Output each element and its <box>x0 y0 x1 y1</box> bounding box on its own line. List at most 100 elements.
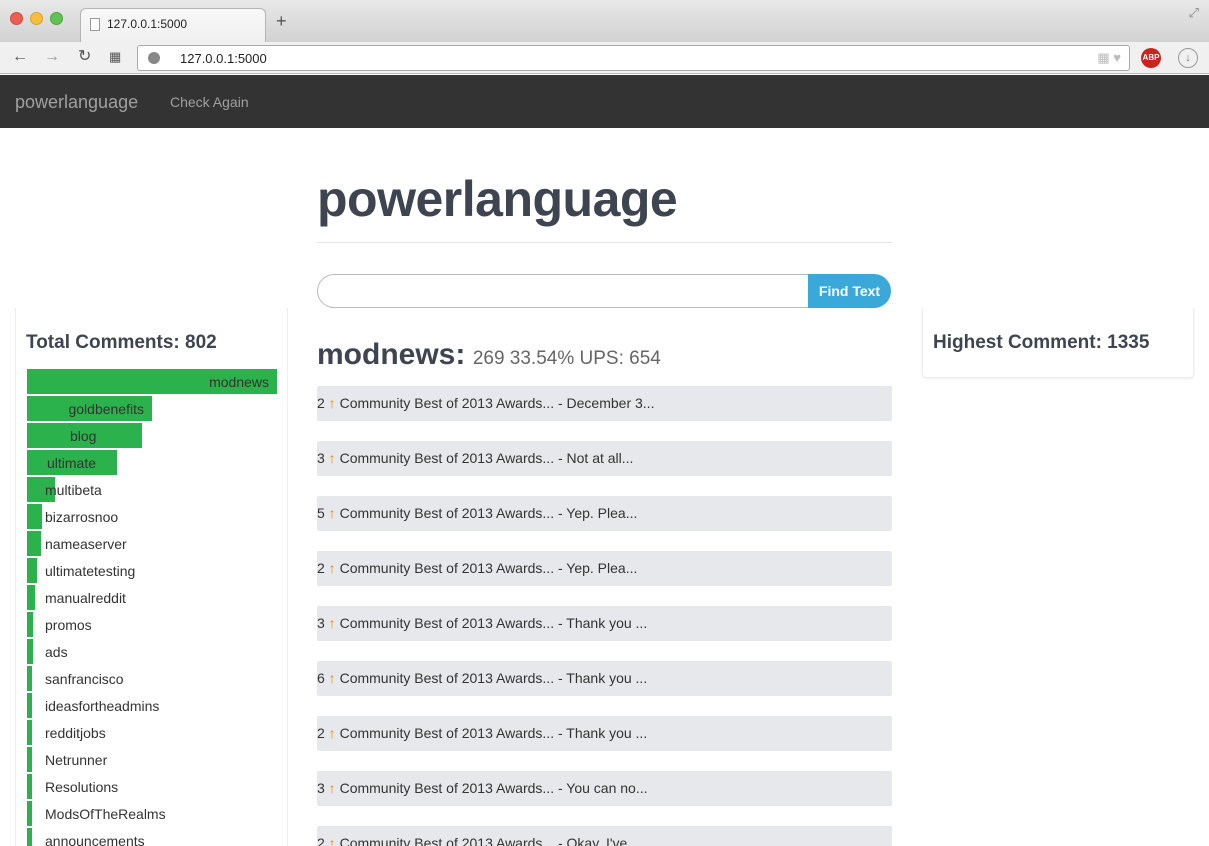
subreddit-bar <box>27 801 32 826</box>
subreddit-bar-row[interactable]: goldbenefits <box>27 396 277 423</box>
subreddit-bar-label: redditjobs <box>45 725 106 741</box>
subreddit-bar-row[interactable]: manualreddit <box>27 585 277 612</box>
comment-row[interactable]: 3 ↑ Community Best of 2013 Awards... - T… <box>317 606 892 641</box>
search-input[interactable] <box>317 274 809 308</box>
subreddit-bar-row[interactable]: sanfrancisco <box>27 666 277 693</box>
subreddit-bar <box>27 828 32 846</box>
subreddit-bar-label: ideasfortheadmins <box>45 698 160 714</box>
url-text[interactable]: 127.0.0.1:5000 <box>180 51 267 66</box>
subreddit-bar-label: goldbenefits <box>68 401 144 417</box>
app-navbar: powerlanguage Check Again <box>0 75 1209 128</box>
subreddit-bar-row[interactable]: ads <box>27 639 277 666</box>
subreddit-bar-label: ultimate <box>47 455 97 471</box>
comment-row[interactable]: 2 ↑ Community Best of 2013 Awards... - O… <box>317 826 892 846</box>
upvote-arrow-icon: ↑ <box>324 505 340 521</box>
comment-score: 3 <box>317 780 325 796</box>
subreddit-bar <box>27 720 32 745</box>
browser-toolbar: ← → ↻ ▦ 127.0.0.1:5000 ▦ ♥ <box>0 42 1209 74</box>
subreddit-bar-label: ads <box>45 644 68 660</box>
forward-icon[interactable]: → <box>44 47 60 67</box>
comment-row[interactable]: 5 ↑ Community Best of 2013 Awards... - Y… <box>317 496 892 531</box>
bookmark-heart-icon[interactable]: ▦ ♥ <box>1097 50 1121 66</box>
subreddit-bar-label: bizarrosnoo <box>45 509 119 525</box>
apps-icon[interactable]: ▦ <box>109 47 121 67</box>
subreddit-bar-row[interactable]: modnews <box>27 369 277 396</box>
highest-comment-title: Highest Comment: 1335 <box>933 332 1150 353</box>
subreddit-bar-row[interactable]: ultimate <box>27 450 277 477</box>
minimize-window-button[interactable] <box>30 12 43 25</box>
subreddit-bar-row[interactable]: multibeta <box>27 477 277 504</box>
upvote-arrow-icon: ↑ <box>324 670 340 686</box>
page-icon <box>90 18 100 31</box>
find-text-button[interactable]: Find Text <box>808 274 891 308</box>
subreddit-bar-row[interactable]: Netrunner <box>27 747 277 774</box>
highest-comment-panel: Highest Comment: 1335 <box>922 308 1194 378</box>
new-tab-icon[interactable]: + <box>276 12 287 30</box>
adblock-icon[interactable]: ABP <box>1141 48 1161 68</box>
comment-text: Community Best of 2013 Awards... - Yep. … <box>339 505 638 521</box>
comment-text: Community Best of 2013 Awards... - Decem… <box>339 395 655 411</box>
check-again-link[interactable]: Check Again <box>170 94 249 110</box>
comment-row[interactable]: 6 ↑ Community Best of 2013 Awards... - T… <box>317 661 892 696</box>
zoom-window-button[interactable] <box>50 12 63 25</box>
subreddit-bar-label: promos <box>45 617 92 633</box>
subreddit-bar-label: blog <box>70 428 97 444</box>
subreddit-bar-row[interactable]: promos <box>27 612 277 639</box>
comment-row[interactable]: 3 ↑ Community Best of 2013 Awards... - N… <box>317 441 892 476</box>
subreddit-bar-row[interactable]: blog <box>27 423 277 450</box>
comment-text: Community Best of 2013 Awards... - Not a… <box>339 450 634 466</box>
subreddit-bar <box>27 666 32 691</box>
subreddit-stats: 269 33.54% UPS: 654 <box>472 348 661 369</box>
subreddit-bar <box>27 774 32 799</box>
download-icon[interactable]: ↓ <box>1178 48 1198 68</box>
back-icon[interactable]: ← <box>12 47 28 67</box>
comment-text: Community Best of 2013 Awards... - Thank… <box>339 725 648 741</box>
browser-titlebar: 127.0.0.1:5000 + ⤢ <box>0 0 1209 42</box>
upvote-arrow-icon: ↑ <box>324 560 340 576</box>
reload-icon[interactable]: ↻ <box>78 47 91 67</box>
comment-score: 3 <box>317 615 325 631</box>
subreddit-bar-label: modnews <box>209 374 269 390</box>
comment-text: Community Best of 2013 Awards... - You c… <box>339 780 648 796</box>
subreddit-panel: Total Comments: 802 modnews goldbenefits b… <box>15 308 288 846</box>
subreddit-bar <box>27 531 41 556</box>
comment-score: 2 <box>317 835 325 846</box>
subreddit-bar-label: sanfrancisco <box>45 671 124 687</box>
subreddit-bar <box>27 558 37 583</box>
subreddit-bar-list: modnews goldbenefits blog ultimate multibeta… <box>27 369 277 846</box>
navbar-brand[interactable]: powerlanguage <box>15 92 138 113</box>
close-window-button[interactable] <box>10 12 23 25</box>
subreddit-name: modnews: <box>317 338 466 371</box>
comment-score: 5 <box>317 505 325 521</box>
comment-text: Community Best of 2013 Awards... - Okay,… <box>339 835 628 846</box>
subreddit-bar-label: Resolutions <box>45 779 119 795</box>
comment-row[interactable]: 2 ↑ Community Best of 2013 Awards... - Y… <box>317 551 892 586</box>
subreddit-bar-row[interactable]: ideasfortheadmins <box>27 693 277 720</box>
subreddit-bar-row[interactable]: Resolutions <box>27 774 277 801</box>
comment-row[interactable]: 2 ↑ Community Best of 2013 Awards... - D… <box>317 386 892 421</box>
subreddit-bar <box>27 639 33 664</box>
upvote-arrow-icon: ↑ <box>324 615 340 631</box>
subreddit-bar <box>27 747 32 772</box>
comment-text: Community Best of 2013 Awards... - Thank… <box>339 615 648 631</box>
upvote-arrow-icon: ↑ <box>324 835 340 846</box>
subreddit-bar-label: multibeta <box>45 482 102 498</box>
comment-text: Community Best of 2013 Awards... - Thank… <box>339 670 648 686</box>
subreddit-summary: modnews: 269 33.54% UPS: 654 <box>317 338 661 372</box>
browser-tab[interactable]: 127.0.0.1:5000 <box>80 8 266 42</box>
subreddit-bar <box>27 612 33 637</box>
upvote-arrow-icon: ↑ <box>324 780 340 796</box>
subreddit-bar-row[interactable]: redditjobs <box>27 720 277 747</box>
subreddit-bar-row[interactable]: ultimatetesting <box>27 558 277 585</box>
upvote-arrow-icon: ↑ <box>324 395 340 411</box>
subreddit-bar-label: nameaserver <box>45 536 127 552</box>
subreddit-bar-row[interactable]: ModsOfTheRealms <box>27 801 277 828</box>
comment-score: 6 <box>317 670 325 686</box>
comment-row[interactable]: 2 ↑ Community Best of 2013 Awards... - T… <box>317 716 892 751</box>
subreddit-bar-row[interactable]: bizarrosnoo <box>27 504 277 531</box>
address-bar[interactable]: 127.0.0.1:5000 ▦ ♥ <box>137 45 1130 71</box>
comment-row[interactable]: 3 ↑ Community Best of 2013 Awards... - Y… <box>317 771 892 806</box>
subreddit-bar-row[interactable]: announcements <box>27 828 277 846</box>
subreddit-bar-row[interactable]: nameaserver <box>27 531 277 558</box>
fullscreen-icon[interactable]: ⤢ <box>1189 5 1199 21</box>
